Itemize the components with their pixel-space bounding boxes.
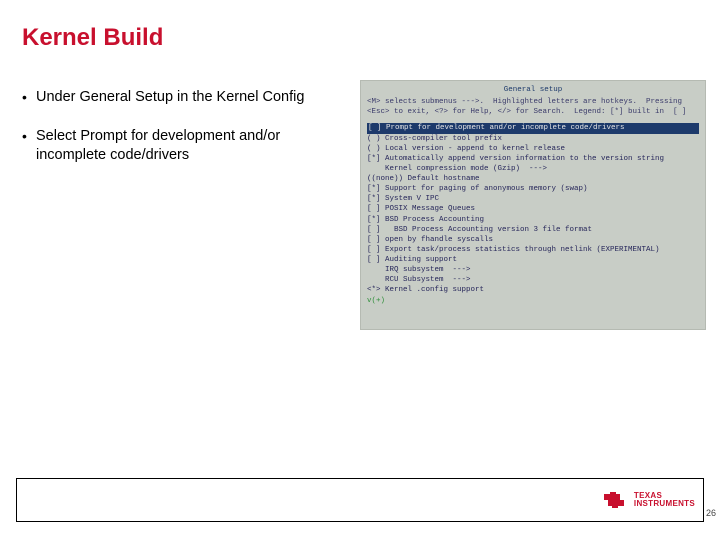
menuconfig-item: [*] Automatically append version informa… <box>367 154 699 164</box>
menuconfig-item: [ ] POSIX Message Queues <box>367 204 699 214</box>
bullet-item: Select Prompt for development and/or inc… <box>22 127 342 165</box>
menuconfig-item: [*] BSD Process Accounting <box>367 215 699 225</box>
menuconfig-title: General setup <box>367 85 699 95</box>
menuconfig-item: [*] Support for paging of anonymous memo… <box>367 184 699 194</box>
menuconfig-item: RCU Subsystem ---> <box>367 275 699 285</box>
ti-chip-icon <box>602 491 628 509</box>
slide-title: Kernel Build <box>22 24 163 52</box>
menuconfig-selected-item: [ ] Prompt for development and/or incomp… <box>367 123 699 133</box>
bullet-item: Under General Setup in the Kernel Config <box>22 88 342 107</box>
menuconfig-item: [ ] open by fhandle syscalls <box>367 235 699 245</box>
bullet-list: Under General Setup in the Kernel Config… <box>22 88 342 185</box>
ti-brand-text: TEXAS INSTRUMENTS <box>634 492 695 509</box>
menuconfig-item: <*> Kernel .config support <box>367 285 699 295</box>
menuconfig-help-line: <M> selects submenus --->. Highlighted l… <box>367 97 699 107</box>
menuconfig-item: [ ] Auditing support <box>367 255 699 265</box>
menuconfig-item: ( ) Cross-compiler tool prefix <box>367 134 699 144</box>
menuconfig-item: ((none)) Default hostname <box>367 174 699 184</box>
footer-bar: TEXAS INSTRUMENTS <box>16 478 704 522</box>
menuconfig-item: [ ] Export task/process statistics throu… <box>367 245 699 255</box>
menuconfig-item: [ ] BSD Process Accounting version 3 fil… <box>367 225 699 235</box>
menuconfig-help-line: <Esc> to exit, <?> for Help, </> for Sea… <box>367 107 699 117</box>
page-number: 26 <box>706 508 716 518</box>
menuconfig-item: Kernel compression mode (Gzip) ---> <box>367 164 699 174</box>
menuconfig-item: IRQ subsystem ---> <box>367 265 699 275</box>
menuconfig-item: ( ) Local version - append to kernel rel… <box>367 144 699 154</box>
ti-logo: TEXAS INSTRUMENTS <box>602 491 695 509</box>
menuconfig-more-indicator: v(+) <box>367 297 385 305</box>
kernel-config-screenshot: General setup <M> selects submenus --->.… <box>360 80 706 330</box>
menuconfig-item: [*] System V IPC <box>367 194 699 204</box>
